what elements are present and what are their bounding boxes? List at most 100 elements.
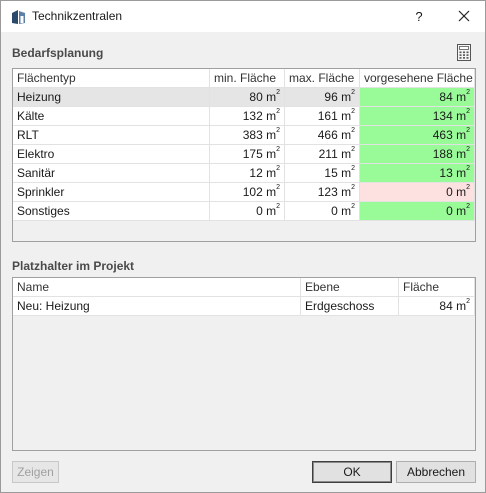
- value: 175: [242, 147, 263, 161]
- unit-exponent: 2: [351, 89, 355, 96]
- unit: m: [456, 109, 467, 123]
- cell-type[interactable]: Heizung: [13, 88, 210, 107]
- value: 0: [331, 204, 338, 218]
- unit: m: [341, 147, 352, 161]
- column-header-area[interactable]: Fläche: [399, 278, 475, 297]
- cell-max[interactable]: 96 m2: [285, 88, 360, 107]
- show-button[interactable]: Zeigen: [12, 461, 59, 483]
- cell-min[interactable]: 12 m2: [210, 164, 285, 183]
- unit-exponent: 2: [351, 146, 355, 153]
- cell-planned[interactable]: 13 m2: [360, 164, 475, 183]
- value: 134: [432, 109, 453, 123]
- cell-planned[interactable]: 84 m2: [360, 88, 475, 107]
- value: 123: [317, 185, 338, 199]
- unit: m: [266, 185, 277, 199]
- unit: m: [266, 166, 277, 180]
- value: 0: [446, 204, 453, 218]
- value: 466: [317, 128, 338, 142]
- unit-exponent: 2: [466, 165, 470, 172]
- value: 463: [432, 128, 453, 142]
- column-header-level[interactable]: Ebene: [301, 278, 399, 297]
- cell-min[interactable]: 175 m2: [210, 145, 285, 164]
- cell-max[interactable]: 123 m2: [285, 183, 360, 202]
- help-button[interactable]: ?: [405, 1, 433, 32]
- cell-max[interactable]: 466 m2: [285, 126, 360, 145]
- unit-exponent: 2: [276, 108, 280, 115]
- unit-exponent: 2: [466, 108, 470, 115]
- value: 211: [318, 147, 338, 161]
- value: 15: [324, 166, 338, 180]
- unit-exponent: 2: [276, 165, 280, 172]
- unit: m: [456, 299, 467, 313]
- unit: m: [456, 128, 467, 142]
- unit: m: [341, 185, 352, 199]
- cell-min[interactable]: 102 m2: [210, 183, 285, 202]
- value: 0: [446, 185, 453, 199]
- calculator-button[interactable]: [457, 44, 471, 61]
- unit-exponent: 2: [276, 89, 280, 96]
- cell-max[interactable]: 211 m2: [285, 145, 360, 164]
- value: 102: [242, 185, 263, 199]
- value: 13: [439, 166, 453, 180]
- cell-max[interactable]: 0 m2: [285, 202, 360, 221]
- unit: m: [341, 109, 352, 123]
- unit-exponent: 2: [466, 146, 470, 153]
- cell-type[interactable]: RLT: [13, 126, 210, 145]
- unit-exponent: 2: [351, 127, 355, 134]
- unit-exponent: 2: [466, 203, 470, 210]
- cancel-button[interactable]: Abbrechen: [396, 461, 476, 483]
- value: 96: [324, 90, 338, 104]
- cell-type[interactable]: Kälte: [13, 107, 210, 126]
- cell-planned[interactable]: 134 m2: [360, 107, 475, 126]
- unit: m: [266, 147, 277, 161]
- unit: m: [456, 166, 467, 180]
- building-icon: [11, 9, 27, 25]
- cell-min[interactable]: 0 m2: [210, 202, 285, 221]
- column-header-min[interactable]: min. Fläche: [210, 69, 285, 88]
- close-button[interactable]: [450, 1, 478, 32]
- unit: m: [266, 109, 277, 123]
- cell-type[interactable]: Sprinkler: [13, 183, 210, 202]
- cell-level[interactable]: Erdgeschoss: [301, 297, 399, 316]
- unit: m: [456, 204, 467, 218]
- unit: m: [456, 185, 467, 199]
- unit: m: [341, 166, 352, 180]
- unit-exponent: 2: [466, 127, 470, 134]
- window-title: Technikzentralen: [32, 9, 123, 23]
- cell-type[interactable]: Elektro: [13, 145, 210, 164]
- column-header-planned[interactable]: vorgesehene Fläche: [360, 69, 475, 88]
- cell-area[interactable]: 84 m2: [399, 297, 475, 316]
- unit: m: [266, 90, 277, 104]
- value: 188: [432, 147, 453, 161]
- placeholders-section-title: Platzhalter im Projekt: [12, 259, 135, 273]
- unit: m: [341, 90, 352, 104]
- unit-exponent: 2: [351, 203, 355, 210]
- requirements-table[interactable]: Flächentyp min. Fläche max. Fläche vorge…: [12, 68, 476, 242]
- cell-min[interactable]: 132 m2: [210, 107, 285, 126]
- cell-planned[interactable]: 0 m2: [360, 183, 475, 202]
- column-header-max[interactable]: max. Fläche: [285, 69, 360, 88]
- placeholders-table[interactable]: Name Ebene Fläche Neu: Heizung Erdgeschos…: [12, 277, 476, 451]
- unit: m: [341, 128, 352, 142]
- value: 132: [242, 109, 263, 123]
- value: 383: [242, 128, 263, 142]
- unit-exponent: 2: [351, 165, 355, 172]
- value: 161: [317, 109, 338, 123]
- cell-planned[interactable]: 0 m2: [360, 202, 475, 221]
- cell-min[interactable]: 383 m2: [210, 126, 285, 145]
- cell-type[interactable]: Sanitär: [13, 164, 210, 183]
- unit-exponent: 2: [276, 127, 280, 134]
- cell-name[interactable]: Neu: Heizung: [13, 297, 301, 316]
- cell-type[interactable]: Sonstiges: [13, 202, 210, 221]
- unit: m: [266, 128, 277, 142]
- column-header-type[interactable]: Flächentyp: [13, 69, 210, 88]
- column-header-name[interactable]: Name: [13, 278, 301, 297]
- calculator-icon: [457, 44, 471, 61]
- cell-max[interactable]: 161 m2: [285, 107, 360, 126]
- value: 84: [439, 299, 453, 313]
- ok-button[interactable]: OK: [312, 461, 392, 483]
- cell-min[interactable]: 80 m2: [210, 88, 285, 107]
- cell-max[interactable]: 15 m2: [285, 164, 360, 183]
- cell-planned[interactable]: 188 m2: [360, 145, 475, 164]
- cell-planned[interactable]: 463 m2: [360, 126, 475, 145]
